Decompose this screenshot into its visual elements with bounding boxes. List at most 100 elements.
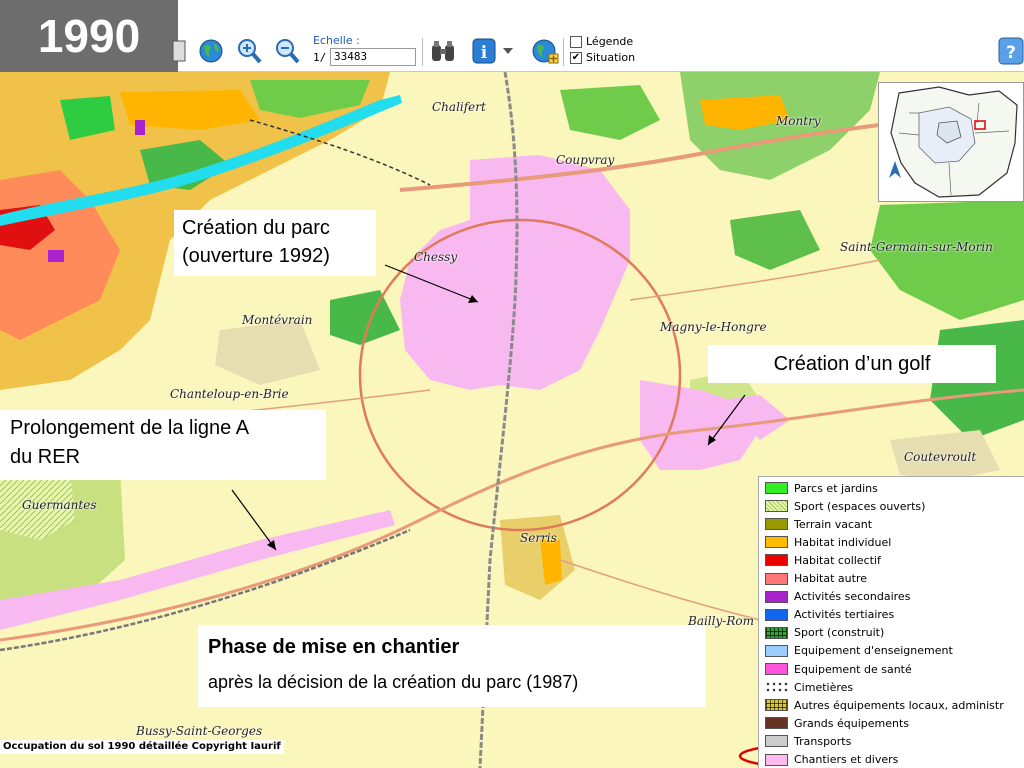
toolbar: 1990 Echelle : 1/ 33483 i Légende ✔ Situ… [0,0,1024,72]
legend-swatch [765,735,788,748]
legend-swatch [765,590,788,603]
ile-de-france-outline [889,86,1018,198]
place-label: Montry [776,114,821,128]
legend-item: Terrain vacant [765,516,872,532]
north-arrow-icon [889,161,901,178]
legend-label: Habitat collectif [794,553,881,567]
tool-partial-icon[interactable] [164,36,194,66]
legend-swatch [765,753,788,766]
legend-swatch [765,572,788,585]
golf-creation-callout: Création d’un golf [708,345,996,383]
legend-item: Equipement d'enseignement [765,643,953,659]
situation-checkbox[interactable]: ✔ [570,52,582,64]
situation-checkbox-label: Situation [586,51,636,64]
legend-label: Habitat autre [794,572,867,585]
year-badge: 1990 [0,0,178,72]
callout-line: Prolongement de la ligne A [10,417,250,439]
legend-swatch [765,482,788,494]
legend-label: Transports [794,734,852,748]
activity-zone [48,250,64,262]
legend-item: Transports [765,733,851,749]
legend-item: Equipement de santé [765,661,912,677]
legend-label: Habitat individuel [794,535,892,549]
zoom-out-icon[interactable] [272,36,302,66]
legend-label: Cimetières [794,680,854,694]
situation-inset-map[interactable] [878,82,1024,202]
callout-line: du RER [10,446,81,468]
scale-input[interactable]: 33483 [330,48,416,66]
legend-label: Activités tertiaires [794,608,895,622]
callout-line: Création d’un golf [773,353,931,375]
place-label: Coupvray [556,153,615,167]
legend-item: Parcs et jardins [765,480,878,496]
help-glyph: ? [1006,43,1016,63]
toolbar-separator [563,38,564,66]
place-label: Chalifert [432,100,486,114]
globe-add-icon[interactable] [530,36,560,66]
place-label: Coutevroult [904,450,977,464]
legend-item: Sport (espaces ouverts) [765,498,925,514]
place-label: Chessy [414,250,458,264]
chevron-down-icon[interactable] [500,36,516,66]
place-label: Serris [520,531,557,545]
place-label: Magny-le-Hongre [660,320,767,334]
legend-label: Autres équipements locaux, administr [794,698,1004,712]
legend-item: Chantiers et divers [765,752,898,768]
activity-zone [135,120,145,135]
map-legend: Parcs et jardins Sport (espaces ouverts) T… [758,476,1024,768]
legend-swatch [765,608,788,621]
legend-label: Grands équipements [794,716,909,730]
place-label: Saint-Germain-sur-Morin [840,240,993,254]
legend-item: Sport (construit) [765,625,884,641]
legend-label: Equipement de santé [794,662,912,676]
legend-swatch [765,536,788,549]
legend-swatch [765,500,788,513]
legend-swatch [765,518,788,531]
copyright-notice: Occupation du sol 1990 détaillée Copyrig… [0,740,284,754]
legend-checkbox[interactable] [570,36,582,48]
legend-swatch [765,644,788,657]
legend-item: Habitat individuel [765,534,891,550]
legend-swatch [765,699,788,712]
legend-swatch [765,554,788,567]
legend-label: Chantiers et divers [794,753,899,766]
construction-phase-callout: Phase de mise en chantier après la décis… [198,625,706,707]
legend-label: Sport (espaces ouverts) [794,499,926,513]
legend-label: Activités secondaires [794,590,911,604]
legend-label: Sport (construit) [794,626,885,640]
legend-item: Grands équipements [765,715,909,731]
rer-extension-callout: Prolongement de la ligne A du RER [0,410,326,480]
legend-swatch [765,681,788,694]
legend-label: Equipement d'enseignement [794,644,953,658]
place-label: Guermantes [22,498,97,512]
place-label: Bussy-Saint-Georges [136,724,263,738]
globe-icon[interactable] [196,36,226,66]
legend-item: Habitat autre [765,571,867,587]
toolbar-separator [422,38,423,66]
legend-label: Parcs et jardins [794,481,878,495]
legend-item: Cimetières [765,679,853,695]
info-glyph: i [481,43,488,63]
binoculars-icon[interactable] [428,36,458,66]
legend-label: Terrain vacant [794,517,873,531]
legend-swatch [765,626,788,639]
help-icon[interactable]: ? [996,36,1024,66]
info-icon[interactable]: i [470,36,500,66]
scale-label: Echelle : [313,34,360,47]
legend-swatch [765,663,788,675]
park-creation-callout: Création du parc (ouverture 1992) [174,210,376,276]
legend-item: Habitat collectif [765,552,881,568]
place-label: Montévrain [242,313,313,327]
legend-checkbox-label: Légende [586,35,634,48]
legend-item: Autres équipements locaux, administr [765,697,1004,713]
legend-item: Activités secondaires [765,589,910,605]
callout-title: Phase de mise en chantier [208,636,460,658]
callout-line: (ouverture 1992) [182,245,330,267]
legend-swatch [765,717,788,730]
callout-text: après la décision de la création du parc… [208,672,579,692]
legend-item: Activités tertiaires [765,607,894,623]
scale-prefix: 1/ [313,51,327,64]
place-label: Chanteloup-en-Brie [170,387,289,401]
callout-line: Création du parc [182,217,330,239]
zoom-in-icon[interactable] [234,36,264,66]
